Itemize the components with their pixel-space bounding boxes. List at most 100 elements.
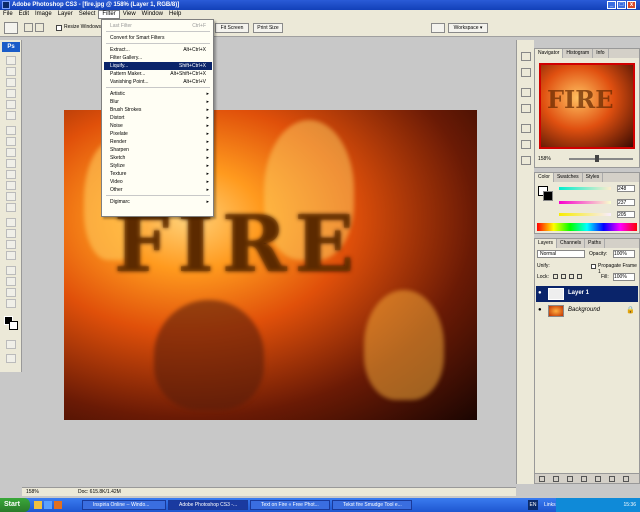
menu-edit[interactable]: Edit [16,10,32,19]
filter-menu-item-artistic[interactable]: Artistic ▸ [104,90,212,98]
red-value[interactable]: 248 [617,185,635,192]
green-slider[interactable] [559,201,611,204]
link-layers-icon[interactable] [539,476,545,482]
color-background-swatch[interactable] [543,191,553,201]
menu-layer[interactable]: Layer [55,10,76,19]
navigator-zoom-value[interactable]: 158% [538,156,551,162]
filter-menu-item-sharpen[interactable]: Sharpen ▸ [104,146,212,154]
filter-menu-item-extract[interactable]: Extract... Alt+Ctrl+X [104,46,212,54]
menu-filter[interactable]: Filter [98,10,120,19]
adjustment-layer-icon[interactable] [581,476,587,482]
layer-style-icon[interactable] [553,476,559,482]
filter-menu-item-texture[interactable]: Texture ▸ [104,170,212,178]
layer-row-layer-1[interactable]: ● Layer 1 [536,286,638,302]
quicklaunch-icon[interactable] [54,501,62,509]
resize-windows-checkbox[interactable] [56,25,62,31]
fit-screen-button[interactable]: Fit Screen [215,23,249,33]
new-group-icon[interactable] [595,476,601,482]
color-spectrum-ramp[interactable] [537,223,637,231]
menu-help[interactable]: Help [166,10,184,19]
filter-menu-item-sketch[interactable]: Sketch ▸ [104,154,212,162]
crop-tool-icon[interactable] [6,100,16,109]
type-tool-icon[interactable] [6,229,16,238]
quick-mask-icon[interactable] [6,340,16,349]
new-layer-icon[interactable] [609,476,615,482]
quicklaunch-icon[interactable] [34,501,42,509]
zoom-tool-icon[interactable] [6,299,16,308]
filter-menu-item-blur[interactable]: Blur ▸ [104,98,212,106]
blue-slider[interactable] [559,213,611,216]
filter-menu-item-liquify[interactable]: Liquify... Shift+Ctrl+X [104,62,212,70]
tab-color[interactable]: Color [535,173,554,182]
filter-menu-item-other[interactable]: Other ▸ [104,186,212,194]
red-slider[interactable] [559,187,611,190]
propagate-frame-checkbox[interactable] [591,264,596,269]
tab-layers[interactable]: Layers [535,239,558,248]
filter-menu-item-digimarc[interactable]: Digimarc ▸ [104,198,212,206]
lasso-tool-icon[interactable] [6,78,16,87]
lock-all-icon[interactable] [577,274,582,279]
layer-mask-icon[interactable] [567,476,573,482]
zoom-tool-icon[interactable] [4,22,18,34]
shape-tool-icon[interactable] [6,251,16,260]
filter-menu-item-last-filter[interactable]: Last Filter Ctrl+F [104,22,212,30]
tab-swatches[interactable]: Swatches [554,173,583,182]
history-icon[interactable] [521,52,531,61]
menu-window[interactable]: Window [139,10,166,19]
filter-menu-item-video[interactable]: Video ▸ [104,178,212,186]
tab-channels[interactable]: Channels [557,239,586,248]
filter-menu-item-brush-strokes[interactable]: Brush Strokes ▸ [104,106,212,114]
gradient-tool-icon[interactable] [6,181,16,190]
character-icon[interactable] [521,140,531,149]
zoom-in-icon[interactable] [24,23,33,32]
workspace-dropdown[interactable]: Workspace ▾ [448,23,488,33]
menu-select[interactable]: Select [76,10,99,19]
menu-file[interactable]: File [0,10,16,19]
history-brush-tool-icon[interactable] [6,159,16,168]
taskbar-item-inspiria[interactable]: Inspiria Online -- Windo... [82,500,166,510]
marquee-tool-icon[interactable] [6,67,16,76]
clone-source-icon[interactable] [521,124,531,133]
links-toolbar[interactable]: Links [544,502,556,508]
tab-histogram[interactable]: Histogram [563,49,594,58]
close-button[interactable]: x [627,1,636,9]
fill-input[interactable]: 100% [613,273,635,281]
tab-navigator[interactable]: Navigator [535,49,564,58]
layer-row-background[interactable]: ● Background 🔒 [536,303,638,319]
minimize-button[interactable]: _ [607,1,616,9]
notes-tool-icon[interactable] [6,266,16,275]
quicklaunch-icon[interactable] [44,501,52,509]
screen-mode-icon[interactable] [6,354,16,363]
trash-icon[interactable] [623,476,629,482]
pen-tool-icon[interactable] [6,218,16,227]
palette-well-icon[interactable] [431,23,445,33]
eyedropper-tool-icon[interactable] [6,277,16,286]
paragraph-icon[interactable] [521,156,531,165]
filter-menu-item-pixelate[interactable]: Pixelate ▸ [104,130,212,138]
hand-tool-icon[interactable] [6,288,16,297]
tab-info[interactable]: Info [593,49,609,58]
filter-menu-item-stylize[interactable]: Stylize ▸ [104,162,212,170]
maximize-button[interactable]: □ [617,1,626,9]
dodge-tool-icon[interactable] [6,203,16,212]
navigator-thumbnail[interactable]: FIRE [539,63,635,149]
taskbar-item-photoshop[interactable]: Adobe Photoshop CS3 -... [168,500,248,510]
lock-image-icon[interactable] [561,274,566,279]
print-size-button[interactable]: Print Size [253,23,283,33]
menu-view[interactable]: View [120,10,139,19]
status-doc-size[interactable]: Doc: 615.8K/1.42M [78,488,121,497]
filter-menu-item-convert-for-smart-filters[interactable]: Convert for Smart Filters [104,34,212,42]
start-button[interactable]: Start [0,498,30,512]
filter-menu-item-filter-gallery[interactable]: Filter Gallery... [104,54,212,62]
brush-tool-icon[interactable] [6,137,16,146]
taskbar-item-tekst-fire[interactable]: Tekst fire Smudge Tool e... [332,500,412,510]
lock-transparent-icon[interactable] [553,274,558,279]
filter-menu-item-noise[interactable]: Noise ▸ [104,122,212,130]
tab-paths[interactable]: Paths [585,239,605,248]
navigator-zoom-thumb[interactable] [595,155,599,162]
path-selection-tool-icon[interactable] [6,240,16,249]
eye-icon[interactable]: ● [538,290,542,296]
navigator-zoom-slider[interactable] [569,158,633,160]
clone-stamp-tool-icon[interactable] [6,148,16,157]
eye-icon[interactable]: ● [538,307,542,313]
